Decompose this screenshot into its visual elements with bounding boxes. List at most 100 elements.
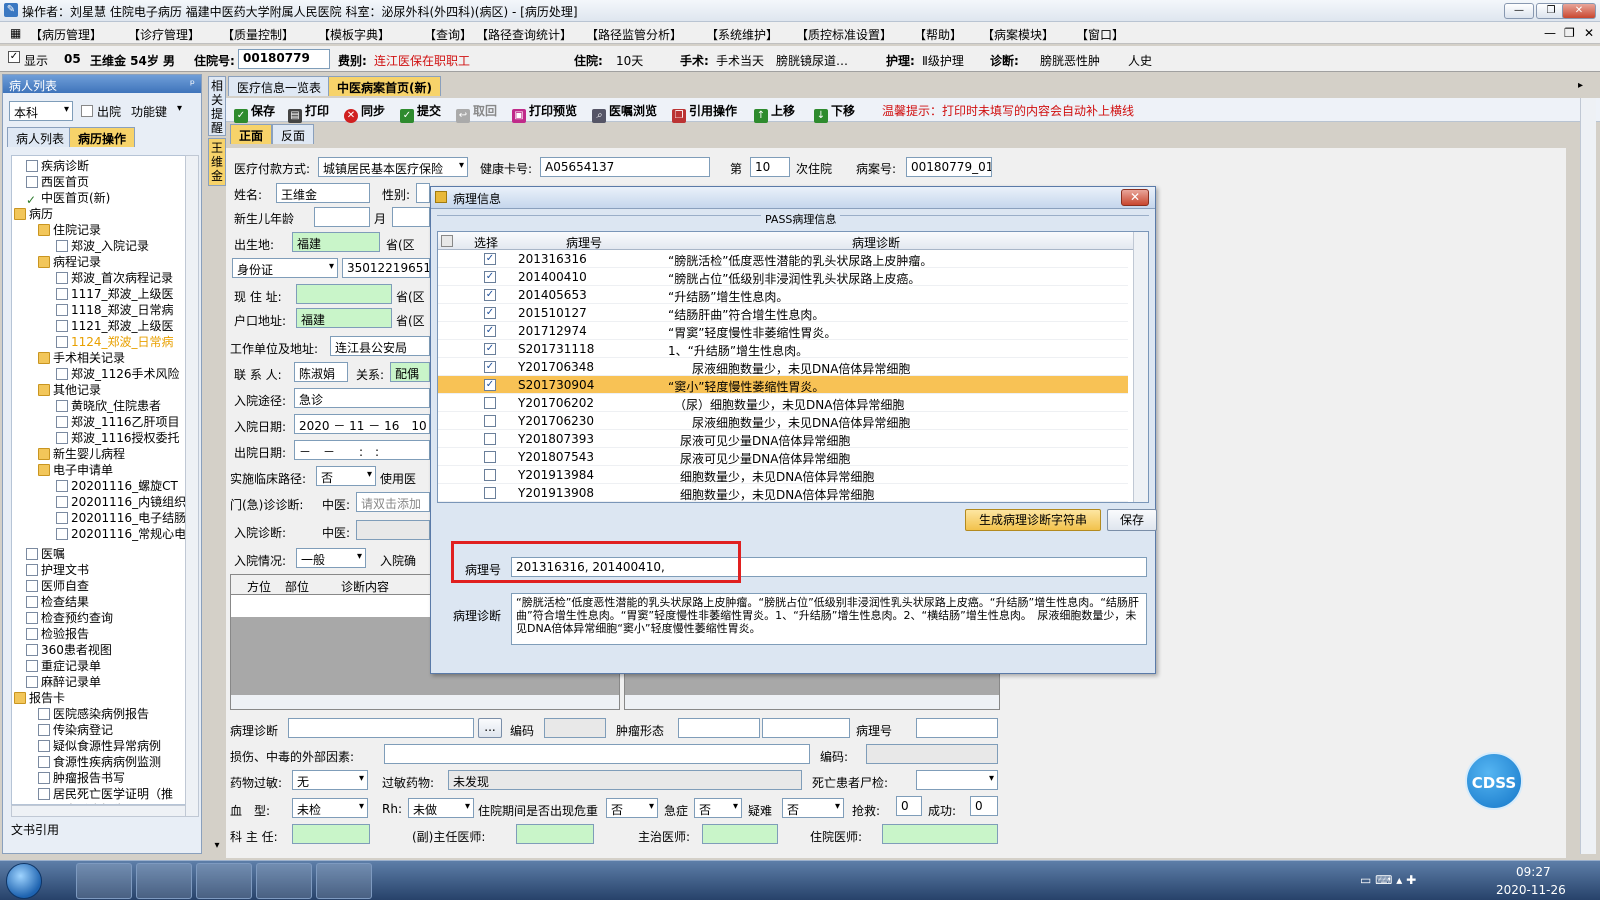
print-button[interactable]: ▤ 打印: [288, 102, 329, 123]
birthplace-input[interactable]: 福建: [292, 232, 380, 252]
resident-input[interactable]: [882, 824, 998, 844]
injury-input[interactable]: [384, 744, 810, 764]
er-tcm-input[interactable]: 请双击添加: [356, 492, 430, 512]
menu-treatment-mgmt[interactable]: 【诊疗管理】: [128, 26, 200, 43]
tree-item[interactable]: 报告卡: [14, 690, 65, 706]
row-checkbox[interactable]: ✓: [484, 271, 496, 283]
vtab-scroll-icon[interactable]: ▾: [208, 840, 226, 854]
attending-input[interactable]: [702, 824, 778, 844]
address-input[interactable]: [296, 284, 392, 304]
row-checkbox[interactable]: [484, 469, 496, 481]
tree-item[interactable]: 郑波_首次病程记录: [56, 270, 173, 286]
relation-input[interactable]: 配偶: [390, 362, 430, 382]
tree-item[interactable]: 病程记录: [38, 254, 101, 270]
tab-info-overview[interactable]: 医疗信息一览表: [228, 76, 331, 96]
tree-item[interactable]: 20201116_电子结肠: [56, 510, 186, 526]
table-row[interactable]: ✓ S201730904 “窦小”轻度慢性萎缩性胃炎。: [438, 376, 1128, 394]
admission-date-input[interactable]: 2020 － 11 － 16 10: [294, 414, 430, 434]
move-down-button[interactable]: ↓ 下移: [814, 102, 855, 123]
tree-item[interactable]: 1121_郑波_上级医: [56, 318, 174, 334]
table-row[interactable]: Y201706230 尿液细胞数量少，未见DNA倍体异常细胞: [438, 412, 1128, 430]
pathology-more-button[interactable]: ...: [478, 718, 502, 738]
health-card-input[interactable]: A05654137: [540, 157, 710, 177]
discharge-checkbox[interactable]: [81, 105, 93, 117]
code-input[interactable]: [544, 718, 606, 738]
path-no-input[interactable]: [916, 718, 998, 738]
id-type-select[interactable]: 身份证: [232, 258, 338, 278]
sex-input[interactable]: [416, 183, 430, 203]
menu-window[interactable]: 【窗口】: [1076, 26, 1124, 43]
close-button[interactable]: ✕: [1562, 3, 1596, 19]
tree-item[interactable]: 手术相关记录: [38, 350, 125, 366]
row-checkbox[interactable]: [484, 397, 496, 409]
tree-item[interactable]: 郑波_1126手术风险: [56, 366, 180, 382]
allergen-input[interactable]: 未发现: [448, 770, 802, 790]
mdi-restore[interactable]: ❐: [1564, 26, 1575, 40]
tree-item[interactable]: 住院记录: [38, 222, 101, 238]
tree-item[interactable]: 医院感染病例报告: [38, 706, 149, 722]
tree-item[interactable]: 检验报告: [26, 626, 89, 642]
taskbar-app-doctor[interactable]: [136, 863, 192, 899]
name-input[interactable]: 王维金: [276, 183, 370, 203]
nth-input[interactable]: 10: [750, 157, 790, 177]
form-vscrollbar[interactable]: [1580, 98, 1596, 854]
blood-type-select[interactable]: 未检: [292, 798, 368, 818]
table-row[interactable]: Y201706202 （尿）细胞数量少，未见DNA倍体异常细胞: [438, 394, 1128, 412]
chief-input[interactable]: [292, 824, 370, 844]
row-checkbox[interactable]: [484, 433, 496, 445]
tree-item[interactable]: 食源性疾病病例监测: [38, 754, 161, 770]
menu-system[interactable]: 【系统维护】: [706, 26, 778, 43]
row-checkbox[interactable]: [484, 487, 496, 499]
tree-item[interactable]: 1117_郑波_上级医: [56, 286, 174, 302]
tree-item[interactable]: 疑似食源性异常病例: [38, 738, 161, 754]
tree-hscrollbar[interactable]: [11, 805, 187, 817]
menu-template[interactable]: 【模板字典】: [318, 26, 390, 43]
tree-item[interactable]: 360患者视图: [26, 642, 112, 658]
rescue-input[interactable]: 0: [896, 796, 922, 816]
menu-query[interactable]: 【查询】: [424, 26, 472, 43]
table-row[interactable]: ✓ 201400410 “膀胱占位”低级别非浸润性乳头状尿路上皮癌。: [438, 268, 1128, 286]
menu-quality[interactable]: 【质量控制】: [222, 26, 294, 43]
newborn-month-input[interactable]: [392, 207, 430, 227]
tree-item[interactable]: 西医首页: [26, 174, 89, 190]
tab-patient-list[interactable]: 病人列表: [7, 127, 74, 147]
tree-item[interactable]: 医嘱: [26, 546, 65, 562]
row-checkbox[interactable]: ✓: [484, 253, 496, 265]
diagnosis-grid-right-hscroll[interactable]: [625, 695, 999, 709]
show-checkbox[interactable]: ✓: [8, 51, 20, 63]
table-row[interactable]: Y201913908 细胞数量少，未见DNA倍体异常细胞: [438, 484, 1128, 502]
taskbar-app-folder[interactable]: [196, 863, 252, 899]
mdi-minimize[interactable]: —: [1544, 26, 1556, 40]
tray-icons[interactable]: ▭ ⌨ ▴ ✚: [1360, 873, 1416, 887]
drug-allergy-select[interactable]: 无: [292, 770, 368, 790]
contact-input[interactable]: 陈淑娟: [294, 362, 348, 382]
menu-help[interactable]: 【帮助】: [914, 26, 962, 43]
pay-select[interactable]: 城镇居民基本医疗保险: [318, 157, 468, 177]
id-number-input[interactable]: 350122196511: [342, 258, 430, 278]
work-input[interactable]: 连江县公安局: [330, 336, 430, 356]
taskbar-app-emr[interactable]: [76, 863, 132, 899]
menu-case-module[interactable]: 【病案模块】: [982, 26, 1054, 43]
pathology-diagnosis-input[interactable]: [288, 718, 474, 738]
row-checkbox[interactable]: ✓: [484, 325, 496, 337]
clinical-path-select[interactable]: 否: [316, 466, 376, 486]
print-preview-button[interactable]: ▣ 打印预览: [512, 102, 577, 123]
tree-item[interactable]: 20201116_螺旋CT: [56, 478, 178, 494]
tree-item[interactable]: 疾病诊断: [26, 158, 89, 174]
tree-item[interactable]: 护理文书: [26, 562, 89, 578]
success-input[interactable]: 0: [970, 796, 998, 816]
table-row[interactable]: ✓ Y201706348 尿液细胞数量少，未见DNA倍体异常细胞: [438, 358, 1128, 376]
row-checkbox[interactable]: ✓: [484, 289, 496, 301]
tree-item[interactable]: 黄晓欣_住院患者: [56, 398, 161, 414]
row-checkbox[interactable]: [484, 451, 496, 463]
start-button[interactable]: [6, 863, 42, 899]
hukou-input[interactable]: 福建: [296, 308, 392, 328]
vtab-patient-name[interactable]: 王维金: [208, 138, 226, 186]
tab-front[interactable]: 正面: [230, 124, 273, 144]
row-checkbox[interactable]: ✓: [484, 343, 496, 355]
tree-item[interactable]: 重症记录单: [26, 658, 101, 674]
tab-record-ops[interactable]: 病历操作: [69, 127, 136, 147]
tree-item[interactable]: 传染病登记: [38, 722, 113, 738]
save-button[interactable]: ✓ 保存: [234, 102, 275, 123]
tree-item[interactable]: 电子申请单: [38, 462, 113, 478]
